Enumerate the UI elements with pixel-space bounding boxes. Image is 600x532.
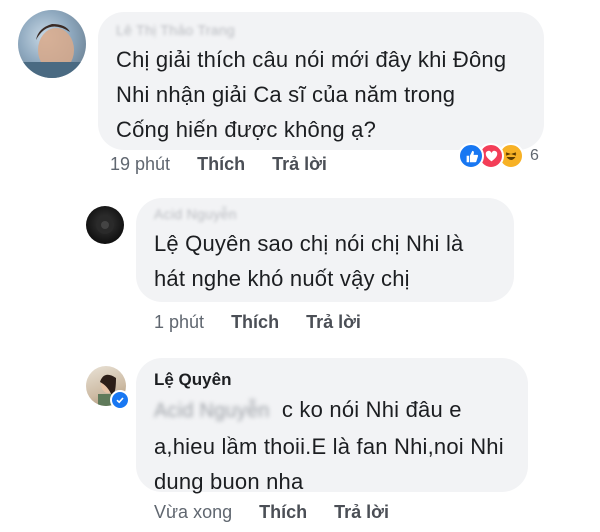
comment-actions: 19 phút Thích Trả lời bbox=[110, 154, 327, 175]
verified-badge-icon bbox=[110, 390, 130, 410]
reply-actions: Vừa xong Thích Trả lời bbox=[154, 502, 389, 523]
reply-bubble: Lệ Quyên Acid Nguyễn c ko nói Nhi đâu e … bbox=[136, 358, 528, 494]
reactions-count[interactable]: 6 bbox=[530, 147, 539, 165]
reply-line: Lệ Quyên sao chị nói chị Nhi là bbox=[154, 231, 464, 256]
reply-time[interactable]: Vừa xong bbox=[154, 502, 232, 523]
mention-tag[interactable]: Acid Nguyễn bbox=[154, 394, 270, 429]
comment-line: Nhi nhận giải Ca sĩ của năm trong bbox=[116, 82, 456, 107]
replier-avatar[interactable] bbox=[86, 206, 124, 244]
reply-text: Lệ Quyên sao chị nói chị Nhi là hát nghe… bbox=[154, 226, 496, 296]
reply-line: dung buon nha bbox=[154, 469, 304, 494]
commenter-avatar[interactable] bbox=[18, 10, 86, 78]
reply-button[interactable]: Trả lời bbox=[272, 154, 327, 175]
reply-author[interactable]: Acid Nguyễn bbox=[154, 206, 496, 222]
reply-line: a,hieu lầm thoii.E là fan Nhi,noi Nhi bbox=[154, 434, 504, 459]
like-icon bbox=[458, 143, 484, 169]
comment-time[interactable]: 19 phút bbox=[110, 154, 170, 175]
reply-time[interactable]: 1 phút bbox=[154, 312, 204, 333]
profile-photo-icon bbox=[96, 216, 114, 234]
reply-author[interactable]: Lệ Quyên bbox=[154, 370, 510, 390]
profile-photo-icon bbox=[18, 24, 86, 78]
reply-line: c ko nói Nhi đâu e bbox=[281, 397, 462, 422]
reply-text: Acid Nguyễn c ko nói Nhi đâu e a,hieu lầ… bbox=[154, 392, 510, 499]
reply-button[interactable]: Trả lời bbox=[334, 502, 389, 523]
like-button[interactable]: Thích bbox=[259, 502, 307, 523]
reply-actions: 1 phút Thích Trả lời bbox=[154, 312, 361, 333]
reply-line: hát nghe khó nuốt vậy chị bbox=[154, 266, 410, 291]
reactions-summary[interactable]: 6 bbox=[458, 143, 539, 169]
comment-line: Chị giải thích câu nói mới đây khi Đông bbox=[116, 47, 507, 72]
like-button[interactable]: Thích bbox=[231, 312, 279, 333]
reply-button[interactable]: Trả lời bbox=[306, 312, 361, 333]
comment-text: Chị giải thích câu nói mới đây khi Đông … bbox=[116, 42, 526, 147]
like-button[interactable]: Thích bbox=[197, 154, 245, 175]
reply-bubble: Acid Nguyễn Lệ Quyên sao chị nói chị Nhi… bbox=[136, 198, 514, 302]
comment-line: Cống hiến được không ạ? bbox=[116, 117, 377, 142]
comment-author[interactable]: Lê Thị Thảo Trang bbox=[116, 22, 526, 38]
comment-bubble: Lê Thị Thảo Trang Chị giải thích câu nói… bbox=[98, 12, 544, 150]
